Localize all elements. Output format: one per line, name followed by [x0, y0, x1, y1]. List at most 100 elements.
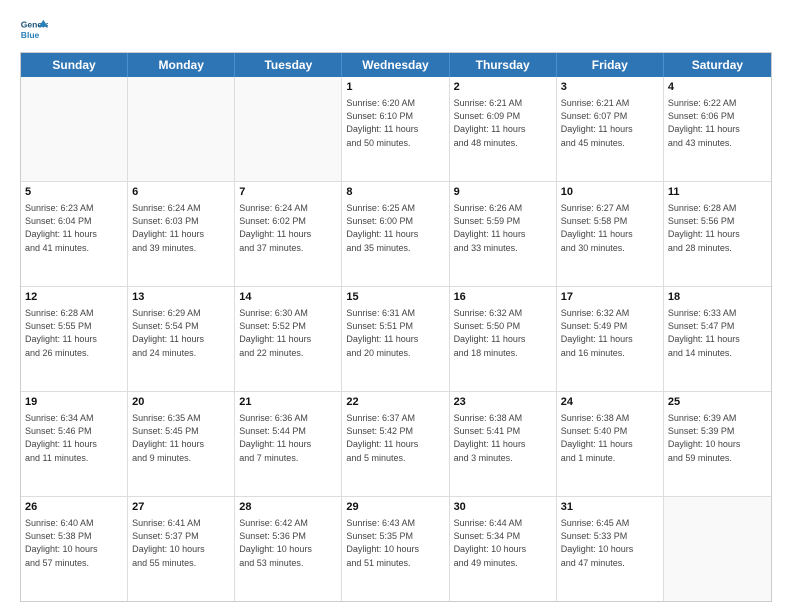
day-header-friday: Friday: [557, 53, 664, 77]
calendar-cell-1-2: [128, 77, 235, 181]
calendar-cell-5-4: 29 Sunrise: 6:43 AM Sunset: 5:35 PM Dayli…: [342, 497, 449, 601]
cell-day-number: 26: [25, 500, 123, 515]
cell-info: Sunrise: 6:42 AM Sunset: 5:36 PM Dayligh…: [239, 517, 337, 569]
calendar-cell-1-5: 2Sunrise: 6:21 AM Sunset: 6:09 PM Daylig…: [450, 77, 557, 181]
calendar-cell-2-6: 10 Sunrise: 6:27 AM Sunset: 5:58 PM Dayli…: [557, 182, 664, 286]
cell-info: Sunrise: 6:32 AM Sunset: 5:49 PM Dayligh…: [561, 307, 659, 359]
calendar-cell-2-3: 7Sunrise: 6:24 AM Sunset: 6:02 PM Daylig…: [235, 182, 342, 286]
cell-info: Sunrise: 6:35 AM Sunset: 5:45 PM Dayligh…: [132, 412, 230, 464]
calendar-cell-4-2: 20 Sunrise: 6:35 AM Sunset: 5:45 PM Dayli…: [128, 392, 235, 496]
cell-day-number: 10: [561, 185, 659, 200]
cell-day-number: 27: [132, 500, 230, 515]
calendar-cell-3-4: 15 Sunrise: 6:31 AM Sunset: 5:51 PM Dayli…: [342, 287, 449, 391]
cell-info: Sunrise: 6:28 AM Sunset: 5:56 PM Dayligh…: [668, 202, 767, 254]
cell-info: Sunrise: 6:44 AM Sunset: 5:34 PM Dayligh…: [454, 517, 552, 569]
calendar-cell-2-7: 11 Sunrise: 6:28 AM Sunset: 5:56 PM Dayli…: [664, 182, 771, 286]
calendar-cell-1-1: [21, 77, 128, 181]
cell-day-number: 20: [132, 395, 230, 410]
cell-info: Sunrise: 6:28 AM Sunset: 5:55 PM Dayligh…: [25, 307, 123, 359]
cell-day-number: 1: [346, 80, 444, 95]
calendar-cell-5-2: 27 Sunrise: 6:41 AM Sunset: 5:37 PM Dayli…: [128, 497, 235, 601]
calendar-cell-3-5: 16 Sunrise: 6:32 AM Sunset: 5:50 PM Dayli…: [450, 287, 557, 391]
cell-info: Sunrise: 6:25 AM Sunset: 6:00 PM Dayligh…: [346, 202, 444, 254]
day-header-saturday: Saturday: [664, 53, 771, 77]
logo-icon: General Blue: [20, 16, 48, 44]
cell-info: Sunrise: 6:26 AM Sunset: 5:59 PM Dayligh…: [454, 202, 552, 254]
cell-info: Sunrise: 6:38 AM Sunset: 5:41 PM Dayligh…: [454, 412, 552, 464]
calendar-week-3: 12 Sunrise: 6:28 AM Sunset: 5:55 PM Dayli…: [21, 287, 771, 392]
cell-day-number: 15: [346, 290, 444, 305]
cell-day-number: 14: [239, 290, 337, 305]
cell-info: Sunrise: 6:20 AM Sunset: 6:10 PM Dayligh…: [346, 97, 444, 149]
logo: General Blue: [20, 16, 48, 44]
calendar-cell-2-5: 9 Sunrise: 6:26 AM Sunset: 5:59 PM Daylig…: [450, 182, 557, 286]
calendar-cell-4-3: 21 Sunrise: 6:36 AM Sunset: 5:44 PM Dayli…: [235, 392, 342, 496]
calendar-cell-3-1: 12 Sunrise: 6:28 AM Sunset: 5:55 PM Dayli…: [21, 287, 128, 391]
cell-day-number: 30: [454, 500, 552, 515]
cell-info: Sunrise: 6:33 AM Sunset: 5:47 PM Dayligh…: [668, 307, 767, 359]
cell-day-number: 16: [454, 290, 552, 305]
cell-day-number: 23: [454, 395, 552, 410]
calendar-cell-5-5: 30 Sunrise: 6:44 AM Sunset: 5:34 PM Dayli…: [450, 497, 557, 601]
calendar-week-2: 5Sunrise: 6:23 AM Sunset: 6:04 PM Daylig…: [21, 182, 771, 287]
calendar-cell-1-7: 4 Sunrise: 6:22 AM Sunset: 6:06 PM Daylig…: [664, 77, 771, 181]
calendar-cell-4-4: 22 Sunrise: 6:37 AM Sunset: 5:42 PM Dayli…: [342, 392, 449, 496]
calendar: Sunday Monday Tuesday Wednesday Thursday…: [20, 52, 772, 602]
cell-day-number: 18: [668, 290, 767, 305]
calendar-cell-3-2: 13Sunrise: 6:29 AM Sunset: 5:54 PM Dayli…: [128, 287, 235, 391]
calendar-cell-1-6: 3 Sunrise: 6:21 AM Sunset: 6:07 PM Daylig…: [557, 77, 664, 181]
cell-info: Sunrise: 6:37 AM Sunset: 5:42 PM Dayligh…: [346, 412, 444, 464]
cell-day-number: 17: [561, 290, 659, 305]
cell-day-number: 24: [561, 395, 659, 410]
cell-day-number: 13: [132, 290, 230, 305]
cell-day-number: 25: [668, 395, 767, 410]
cell-info: Sunrise: 6:31 AM Sunset: 5:51 PM Dayligh…: [346, 307, 444, 359]
cell-info: Sunrise: 6:34 AM Sunset: 5:46 PM Dayligh…: [25, 412, 123, 464]
cell-day-number: 12: [25, 290, 123, 305]
cell-day-number: 9: [454, 185, 552, 200]
cell-day-number: 22: [346, 395, 444, 410]
calendar-week-5: 26Sunrise: 6:40 AM Sunset: 5:38 PM Dayli…: [21, 497, 771, 601]
cell-info: Sunrise: 6:38 AM Sunset: 5:40 PM Dayligh…: [561, 412, 659, 464]
calendar-cell-5-6: 31Sunrise: 6:45 AM Sunset: 5:33 PM Dayli…: [557, 497, 664, 601]
cell-info: Sunrise: 6:30 AM Sunset: 5:52 PM Dayligh…: [239, 307, 337, 359]
calendar-week-4: 19Sunrise: 6:34 AM Sunset: 5:46 PM Dayli…: [21, 392, 771, 497]
calendar-cell-5-7: [664, 497, 771, 601]
cell-info: Sunrise: 6:41 AM Sunset: 5:37 PM Dayligh…: [132, 517, 230, 569]
cell-day-number: 3: [561, 80, 659, 95]
cell-info: Sunrise: 6:21 AM Sunset: 6:07 PM Dayligh…: [561, 97, 659, 149]
calendar-cell-2-1: 5Sunrise: 6:23 AM Sunset: 6:04 PM Daylig…: [21, 182, 128, 286]
calendar-cell-4-1: 19Sunrise: 6:34 AM Sunset: 5:46 PM Dayli…: [21, 392, 128, 496]
calendar-cell-5-3: 28Sunrise: 6:42 AM Sunset: 5:36 PM Dayli…: [235, 497, 342, 601]
cell-info: Sunrise: 6:36 AM Sunset: 5:44 PM Dayligh…: [239, 412, 337, 464]
cell-info: Sunrise: 6:27 AM Sunset: 5:58 PM Dayligh…: [561, 202, 659, 254]
cell-day-number: 11: [668, 185, 767, 200]
page: General Blue Sunday Monday Tuesday Wedne…: [0, 0, 792, 612]
cell-info: Sunrise: 6:24 AM Sunset: 6:02 PM Dayligh…: [239, 202, 337, 254]
cell-info: Sunrise: 6:22 AM Sunset: 6:06 PM Dayligh…: [668, 97, 767, 149]
day-header-tuesday: Tuesday: [235, 53, 342, 77]
cell-day-number: 5: [25, 185, 123, 200]
cell-day-number: 4: [668, 80, 767, 95]
calendar-cell-2-2: 6Sunrise: 6:24 AM Sunset: 6:03 PM Daylig…: [128, 182, 235, 286]
calendar-cell-3-7: 18 Sunrise: 6:33 AM Sunset: 5:47 PM Dayli…: [664, 287, 771, 391]
day-header-sunday: Sunday: [21, 53, 128, 77]
cell-info: Sunrise: 6:32 AM Sunset: 5:50 PM Dayligh…: [454, 307, 552, 359]
header: General Blue: [20, 16, 772, 44]
cell-day-number: 8: [346, 185, 444, 200]
calendar-cell-3-3: 14 Sunrise: 6:30 AM Sunset: 5:52 PM Dayli…: [235, 287, 342, 391]
cell-day-number: 29: [346, 500, 444, 515]
svg-text:Blue: Blue: [21, 30, 40, 40]
cell-info: Sunrise: 6:39 AM Sunset: 5:39 PM Dayligh…: [668, 412, 767, 464]
calendar-cell-5-1: 26Sunrise: 6:40 AM Sunset: 5:38 PM Dayli…: [21, 497, 128, 601]
cell-day-number: 21: [239, 395, 337, 410]
calendar-cell-2-4: 8 Sunrise: 6:25 AM Sunset: 6:00 PM Daylig…: [342, 182, 449, 286]
cell-day-number: 6: [132, 185, 230, 200]
cell-info: Sunrise: 6:43 AM Sunset: 5:35 PM Dayligh…: [346, 517, 444, 569]
calendar-week-1: 1 Sunrise: 6:20 AM Sunset: 6:10 PM Daylig…: [21, 77, 771, 182]
calendar-cell-4-6: 24 Sunrise: 6:38 AM Sunset: 5:40 PM Dayli…: [557, 392, 664, 496]
day-header-monday: Monday: [128, 53, 235, 77]
day-header-thursday: Thursday: [450, 53, 557, 77]
cell-day-number: 2: [454, 80, 552, 95]
calendar-cell-4-7: 25 Sunrise: 6:39 AM Sunset: 5:39 PM Dayli…: [664, 392, 771, 496]
